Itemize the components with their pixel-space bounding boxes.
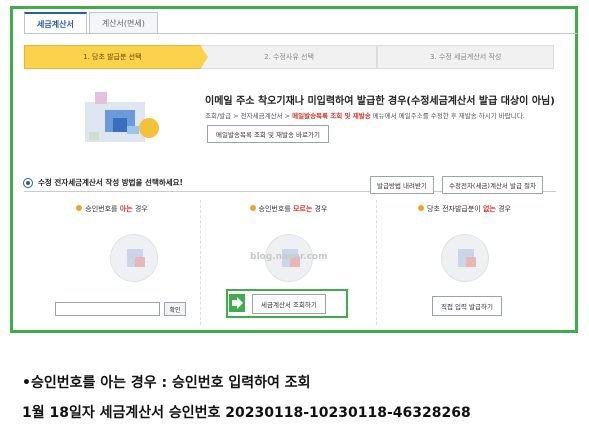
option-text: 당초 전자발급분이 xyxy=(427,205,481,213)
step-1: 1. 당초 발급분 선택 xyxy=(24,45,208,69)
mail-resend-button[interactable]: 메일발송목록 조회 및 재발송 바로가기 xyxy=(207,125,329,143)
option-emphasis: 없는 xyxy=(482,205,496,213)
watermark: blog.naver.com xyxy=(250,252,328,262)
bullet-icon xyxy=(249,205,256,211)
download-guide-button[interactable]: 발급방법 내려받기 xyxy=(370,176,434,194)
confirm-button[interactable]: 확인 xyxy=(164,302,186,316)
option-known-title: 승인번호를 아는 경우 xyxy=(24,204,200,214)
tab-invoice-exempt[interactable]: 계산서(면세) xyxy=(88,12,158,34)
bullet-icon xyxy=(418,205,424,211)
document-icon xyxy=(110,234,158,282)
option-text: 경우 xyxy=(134,205,148,213)
step-3: 3. 수정 세금계산서 작성 xyxy=(377,45,555,69)
tab-tax-invoice[interactable]: 세금계산서 xyxy=(24,12,87,34)
option-none-title: 당초 전자발급분이 없는 경우 xyxy=(377,204,552,214)
direct-issue-button[interactable]: 직접 입력 발급하기 xyxy=(432,296,502,316)
lookup-invoice-button[interactable]: 세금계산서 조회하기 xyxy=(252,294,326,314)
option-text: 경우 xyxy=(498,205,511,213)
arrow-right-icon xyxy=(229,294,245,312)
option-text: 경우 xyxy=(314,205,328,213)
section-title-text: 수정 전자세금계산서 작성 방법을 선택하세요! xyxy=(38,178,183,187)
caption-line-1: •승인번호를 아는 경우 : 승인번호 입력하여 조회 xyxy=(22,375,311,391)
hero-title: 이메일 주소 착오기재나 미입력하여 발급한 경우(수정세금계산서 발급 대상이… xyxy=(205,92,555,107)
approval-number-input[interactable] xyxy=(55,302,160,316)
bullet-icon xyxy=(24,178,32,187)
procedure-button[interactable]: 수정전자(세금)계산서 발급 절차 xyxy=(442,176,543,194)
tab-bar: 세금계산서 계산서(면세) xyxy=(24,12,160,34)
step-2: 2. 수정사유 선택 xyxy=(200,45,378,69)
step-progress: 1. 당초 발급분 선택 2. 수정사유 선택 3. 수정 세금계산서 작성 xyxy=(24,45,555,69)
hero-title-note: (수정세금계산서 발급 대상이 아님) xyxy=(406,96,555,107)
option-text: 승인번호를 xyxy=(258,205,291,213)
hero-desc-menu: 메일발송목록 조회 및 재발송 xyxy=(292,112,371,120)
hero-description: 조회/발급 > 전자세금계산서 > 메일발송목록 조회 및 재발송 메뉴에서 메… xyxy=(205,110,525,120)
hero-title-text: 이메일 주소 착오기재나 미입력하여 발급한 경우 xyxy=(205,96,407,107)
tab-divider xyxy=(24,33,577,34)
bullet-icon xyxy=(76,205,83,211)
option-emphasis: 아는 xyxy=(119,205,133,213)
section-title: 수정 전자세금계산서 작성 방법을 선택하세요! xyxy=(24,177,183,188)
option-text: 승인번호를 xyxy=(85,205,118,213)
hero-desc-tail: 메뉴에서 메일주소를 수정한 후 재발송 하시기 바랍니다. xyxy=(372,112,525,120)
write-document-icon xyxy=(441,234,489,282)
option-emphasis: 모르는 xyxy=(292,205,313,213)
option-unknown-title: 승인번호를 모르는 경우 xyxy=(201,204,376,214)
caption-line-2: 1월 18일자 세금계산서 승인번호 20230118-10230118-463… xyxy=(22,405,471,421)
email-illustration xyxy=(85,92,159,142)
hero-desc-path: 조회/발급 > 전자세금계산서 > xyxy=(205,112,291,120)
